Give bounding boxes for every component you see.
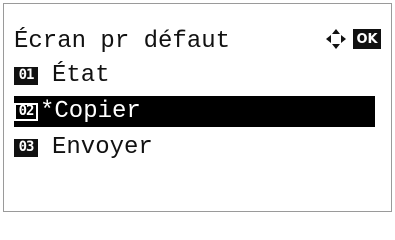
menu-item-number: 03 [14,138,38,157]
menu-item-label: *Copier [40,98,141,125]
menu-item-etat[interactable]: 01 État [14,60,110,91]
menu-item-envoyer[interactable]: 03 Envoyer [14,132,153,163]
menu-item-number: 01 [14,66,38,85]
lcd-screen: Écran pr défaut OK 01 État 02 *Copier 03 En… [3,3,392,212]
ok-key-icon: OK [353,29,381,49]
menu-item-label: Envoyer [52,134,153,161]
menu-item-copier[interactable]: 02 *Copier [14,96,375,127]
navigation-hint: OK [325,28,381,50]
menu-item-number: 02 [14,102,38,121]
four-way-arrow-icon [326,29,346,49]
menu-item-label: État [52,62,110,89]
screen-title: Écran pr défaut [14,28,231,55]
